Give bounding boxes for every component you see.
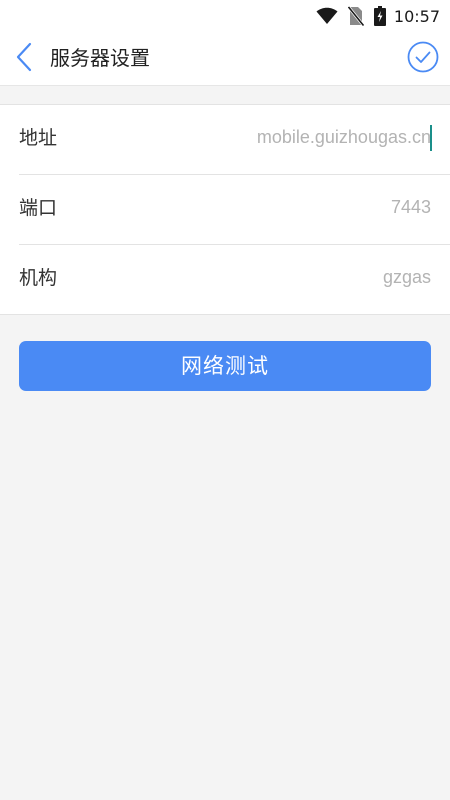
check-circle-icon xyxy=(407,41,439,77)
port-row[interactable]: 端口 7443 xyxy=(19,175,450,245)
address-label: 地址 xyxy=(19,127,58,149)
text-cursor xyxy=(430,125,432,151)
network-test-button[interactable]: 网络测试 xyxy=(19,341,431,391)
back-button[interactable] xyxy=(6,39,42,79)
port-input[interactable]: 7443 xyxy=(391,197,431,218)
server-settings-form: 地址 mobile.guizhougas.cn 端口 7443 机构 gzgas xyxy=(0,104,450,315)
confirm-button[interactable] xyxy=(406,41,440,77)
address-row[interactable]: 地址 mobile.guizhougas.cn xyxy=(19,105,450,175)
address-input[interactable]: mobile.guizhougas.cn xyxy=(257,127,431,148)
page-title: 服务器设置 xyxy=(50,46,150,70)
battery-icon xyxy=(373,6,386,26)
organization-row[interactable]: 机构 gzgas xyxy=(19,245,450,314)
app-bar: 服务器设置 xyxy=(0,32,450,86)
no-sim-icon xyxy=(347,6,364,26)
organization-input[interactable]: gzgas xyxy=(383,267,431,288)
chevron-left-icon xyxy=(15,42,33,76)
status-time: 10:57 xyxy=(393,6,440,26)
organization-label: 机构 xyxy=(19,267,58,289)
status-icons: 10:57 xyxy=(316,4,440,28)
wifi-icon xyxy=(316,7,338,25)
port-label: 端口 xyxy=(19,197,58,219)
status-bar: 10:57 xyxy=(0,0,450,32)
